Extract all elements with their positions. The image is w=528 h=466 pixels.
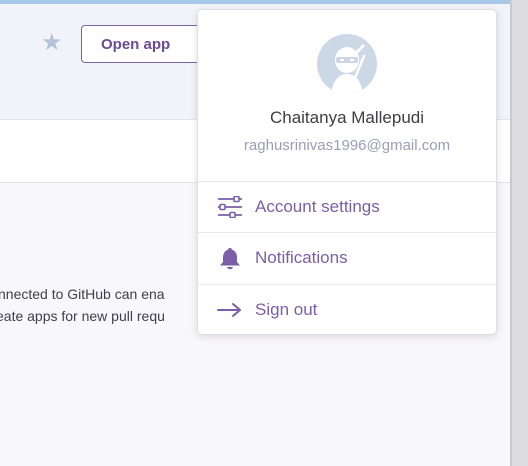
user-name: Chaitanya Mallepudi (269, 108, 425, 127)
bell-icon (217, 245, 243, 271)
github-description: nnected to GitHub can ena eate apps for … (0, 283, 205, 327)
account-menu-popover: Chaitanya Mallepudi raghusrinivas1996@gm… (197, 9, 497, 335)
open-app-button[interactable]: Open app (81, 25, 201, 63)
scrollbar-edge (510, 0, 512, 466)
description-line: nnected to GitHub can ena (0, 286, 165, 302)
menu-item-label: Sign out (255, 300, 318, 319)
star-icon[interactable]: ★ (41, 31, 65, 55)
menu-item-label: Account settings (255, 197, 380, 216)
menu-item-sign-out[interactable]: Sign out (198, 285, 496, 335)
description-line: eate apps for new pull requ (0, 308, 165, 324)
user-email: raghusrinivas1996@gmail.com (243, 137, 451, 154)
arrow-right-icon (217, 297, 243, 323)
menu-item-label: Notifications (255, 248, 348, 267)
scrollbar-gutter[interactable] (510, 0, 528, 466)
open-app-label: Open app (101, 35, 171, 53)
menu-item-notifications[interactable]: Notifications (198, 233, 496, 283)
menu-item-account-settings[interactable]: Account settings (198, 182, 496, 232)
ninja-avatar-icon (317, 34, 377, 94)
sliders-icon (217, 194, 243, 220)
